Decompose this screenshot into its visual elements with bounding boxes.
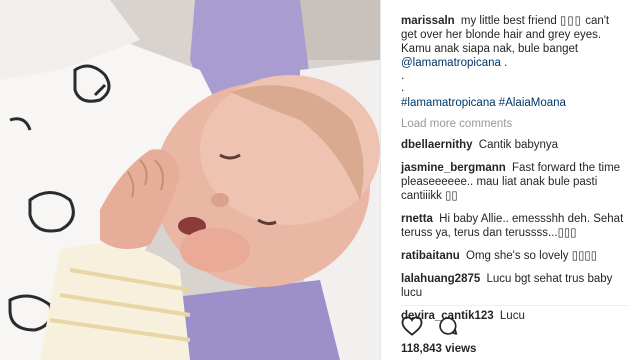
comments-list: dbellaernithy Cantik babynya jasmine_ber…: [401, 138, 628, 323]
comment-text: Omg she's so lovely ▯▯▯▯: [466, 250, 598, 262]
comment-item: jasmine_bergmann Fast forward the time p…: [401, 161, 628, 203]
comments-panel: marissaln my little best friend ▯▯▯ can'…: [381, 0, 640, 360]
comment-username-link[interactable]: dbellaernithy: [401, 139, 473, 151]
comment-item: dbellaernithy Cantik babynya: [401, 138, 628, 152]
caption-dot-1: .: [401, 70, 405, 82]
comment-username-link[interactable]: jasmine_bergmann: [401, 162, 506, 174]
caption-mention-suffix: .: [504, 57, 508, 69]
heart-icon[interactable]: [401, 316, 423, 336]
comment-icon[interactable]: [437, 316, 459, 336]
comment-item: lalahuang2875 Lucu bgt sehat trus baby l…: [401, 272, 628, 300]
caption-author-link[interactable]: marissaln: [401, 15, 455, 27]
caption-dot-2: .: [401, 82, 405, 94]
comment-username-link[interactable]: rnetta: [401, 213, 433, 225]
caption-hashtags-link[interactable]: #lamamatropicana #AlaiaMoana: [401, 96, 628, 110]
caption-emoji: ▯▯▯: [559, 15, 582, 27]
instagram-post: marissaln my little best friend ▯▯▯ can'…: [0, 0, 640, 360]
comment-text: Lucu: [499, 310, 525, 322]
actions-separator: [401, 305, 628, 306]
comment-username-link[interactable]: lalahuang2875: [401, 273, 480, 285]
comment-text: Cantik babynya: [478, 139, 559, 151]
comment-text: Hi baby Allie.. emessshh deh. Sehat teru…: [401, 213, 624, 239]
caption-text: my little best friend: [460, 15, 557, 27]
load-more-comments-button[interactable]: Load more comments: [401, 118, 628, 130]
caption-mention-link[interactable]: @lamamatropicana: [401, 57, 501, 69]
views-count: 118,843 views: [401, 343, 477, 355]
post-actions: [401, 316, 459, 336]
comment-username-link[interactable]: ratibaitanu: [401, 250, 460, 262]
baby-photo-illustration: [0, 0, 380, 360]
comment-item: rnetta Hi baby Allie.. emessshh deh. Seh…: [401, 212, 628, 240]
post-photo: [0, 0, 380, 360]
post-caption: marissaln my little best friend ▯▯▯ can'…: [401, 14, 628, 70]
comment-item: ratibaitanu Omg she's so lovely ▯▯▯▯: [401, 249, 628, 263]
